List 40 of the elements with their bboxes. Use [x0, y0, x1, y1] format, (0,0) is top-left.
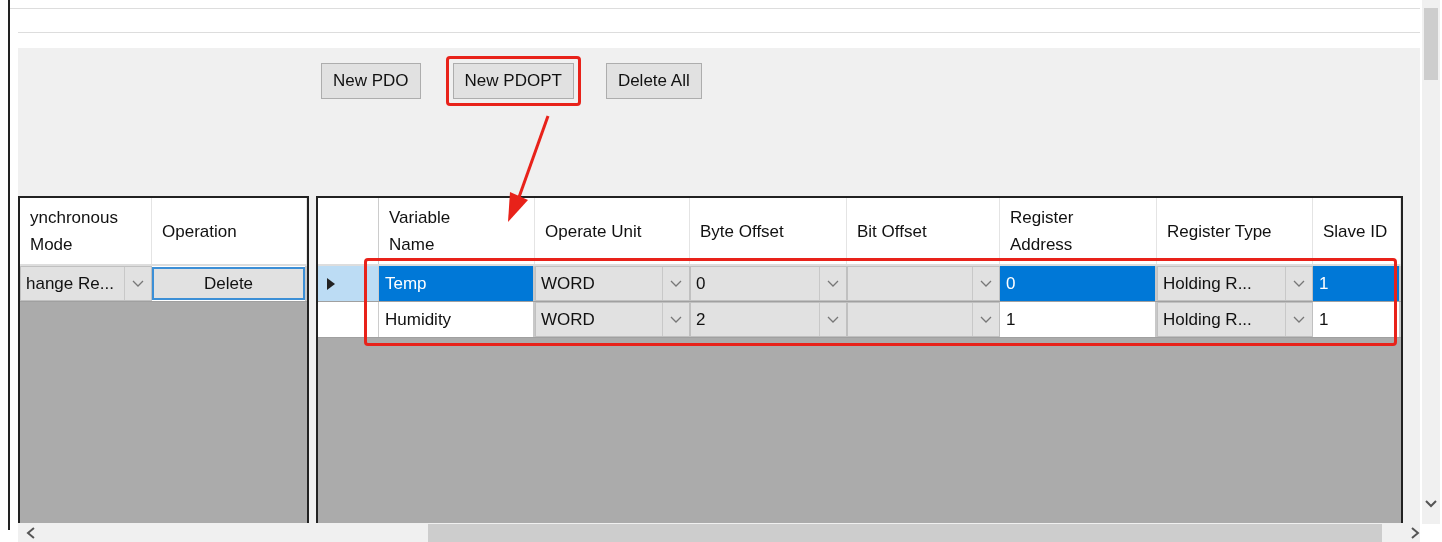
chevron-down-icon	[670, 315, 682, 324]
dropdown-field[interactable]: 2	[690, 302, 847, 337]
scrollbar-thumb[interactable]	[1424, 8, 1438, 80]
column-header[interactable]: Slave ID	[1313, 198, 1401, 264]
current-row-icon	[327, 277, 335, 290]
column-header[interactable]: Operate Unit	[535, 198, 690, 264]
delete-button[interactable]: Delete	[152, 267, 305, 300]
column-header[interactable]: Operation	[152, 198, 307, 264]
dropdown-field[interactable]: WORD	[535, 302, 690, 337]
chevron-down-icon	[827, 279, 839, 288]
dropdown-field[interactable]: WORD	[535, 266, 690, 301]
toolbar-button[interactable]: New PDOPT	[452, 63, 574, 99]
scroll-left-icon[interactable]	[26, 527, 36, 539]
column-header[interactable]: Register Address	[1000, 198, 1157, 264]
dropdown-field[interactable]	[847, 266, 1000, 301]
dropdown-field[interactable]: Holding R...	[1157, 266, 1313, 301]
scrollbar-thumb[interactable]	[427, 524, 1383, 542]
scroll-down-icon[interactable]	[1425, 500, 1437, 508]
column-header[interactable]: ynchronous Mode	[20, 198, 152, 264]
chevron-down-icon	[1293, 279, 1305, 288]
chevron-down-icon	[980, 279, 992, 288]
toolbar-button[interactable]: Delete All	[605, 63, 702, 99]
scroll-right-icon[interactable]	[1410, 527, 1420, 539]
chevron-down-icon	[670, 279, 682, 288]
chevron-down-icon	[1293, 315, 1305, 324]
dropdown-field[interactable]: Holding R...	[1157, 302, 1313, 337]
table-cell[interactable]: Temp	[379, 266, 535, 301]
column-header[interactable]: Byte Offset	[690, 198, 847, 264]
table-cell[interactable]: 0	[1000, 266, 1157, 301]
toolbar-button[interactable]: New PDO	[321, 63, 421, 99]
table-cell[interactable]: 1	[1313, 266, 1401, 301]
column-header[interactable]: Bit Offset	[847, 198, 1000, 264]
chevron-down-icon	[132, 279, 144, 288]
dropdown-field[interactable]: hange Re...	[20, 266, 152, 301]
column-header[interactable]: Register Type	[1157, 198, 1313, 264]
chevron-down-icon	[827, 315, 839, 324]
chevron-down-icon	[980, 315, 992, 324]
dropdown-field[interactable]	[847, 302, 1000, 337]
row-header[interactable]	[318, 266, 379, 301]
dropdown-field[interactable]: 0	[690, 266, 847, 301]
